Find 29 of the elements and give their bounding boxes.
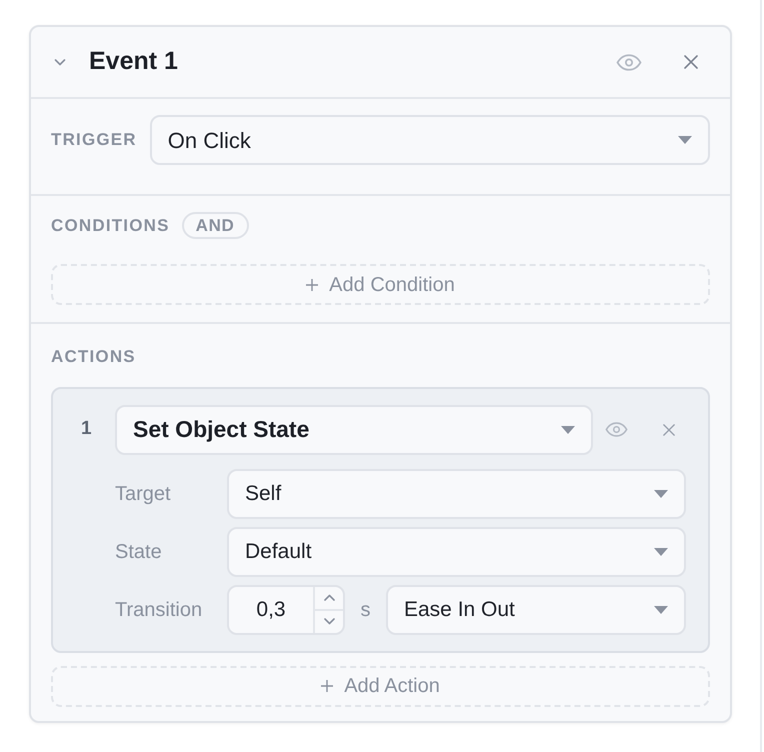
plus-icon [321,680,334,692]
caret-icon [654,606,668,614]
chevron-down-icon [324,618,334,625]
caret-icon [678,136,692,144]
unit-label: s [360,598,372,622]
actions-label: ACTIONS [51,346,136,368]
value-dropdown[interactable]: Default [227,526,686,576]
eye-icon[interactable] [616,54,642,70]
field-label: State [115,540,163,564]
action-type-dropdown[interactable]: Set Object State [115,404,593,454]
easing-dropdown[interactable]: Ease In Out [386,584,686,634]
caret-icon [561,426,575,434]
action-number: 1 [81,417,93,442]
trigger-label: TRIGGER [51,129,137,152]
close-icon[interactable] [663,424,675,436]
caret-icon [654,548,668,556]
trigger-dropdown[interactable]: On Click [150,115,710,165]
chevron-up-icon [324,594,334,601]
duration-field[interactable]: 0,3 [227,584,345,634]
event-title: Event 1 [89,46,178,78]
chevron-down-icon[interactable] [54,56,66,68]
conditions-label: CONDITIONS [51,214,170,237]
close-icon[interactable] [684,55,698,69]
field-label: Transition [115,598,204,622]
field-label: Target [115,482,172,506]
value-dropdown[interactable]: Self [227,468,686,518]
caret-icon [654,490,668,498]
eye-icon[interactable] [605,422,628,437]
plus-icon [306,278,318,290]
